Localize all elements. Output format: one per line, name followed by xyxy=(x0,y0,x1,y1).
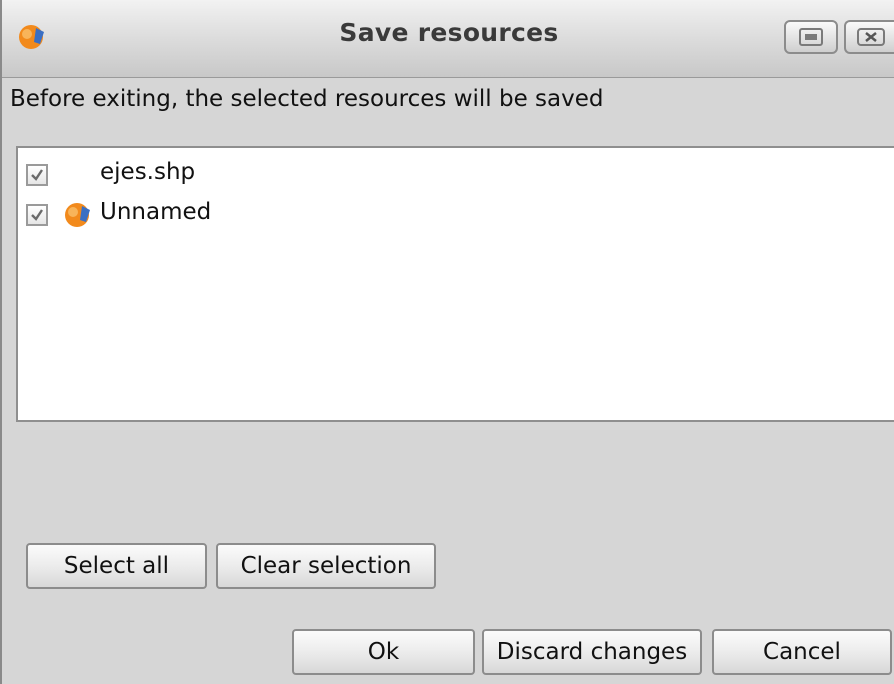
resource-label: Unnamed xyxy=(100,199,212,225)
select-all-button[interactable]: Select all xyxy=(26,543,207,589)
restore-icon xyxy=(799,28,823,46)
close-button[interactable] xyxy=(844,20,894,54)
title-bar[interactable]: Save resources xyxy=(2,0,894,78)
resource-checkbox[interactable] xyxy=(26,204,48,226)
save-resources-dialog: Save resources Before exiting, the selec… xyxy=(0,0,894,684)
list-item[interactable]: Unnamed xyxy=(18,196,894,232)
close-icon xyxy=(857,28,885,46)
restore-button[interactable] xyxy=(784,20,838,54)
resource-label: ejes.shp xyxy=(100,159,196,185)
list-item[interactable]: ejes.shp xyxy=(18,156,894,192)
window-title: Save resources xyxy=(339,18,559,47)
checkmark-icon xyxy=(31,209,43,221)
cancel-button[interactable]: Cancel xyxy=(712,629,892,675)
clear-selection-button[interactable]: Clear selection xyxy=(216,543,436,589)
checkmark-icon xyxy=(31,169,43,181)
resource-checkbox[interactable] xyxy=(26,164,48,186)
dialog-message: Before exiting, the selected resources w… xyxy=(10,86,604,112)
gvsig-project-icon xyxy=(62,200,94,230)
resource-list: ejes.shp Unnamed xyxy=(16,146,894,422)
ok-button[interactable]: Ok xyxy=(292,629,475,675)
discard-changes-button[interactable]: Discard changes xyxy=(482,629,702,675)
